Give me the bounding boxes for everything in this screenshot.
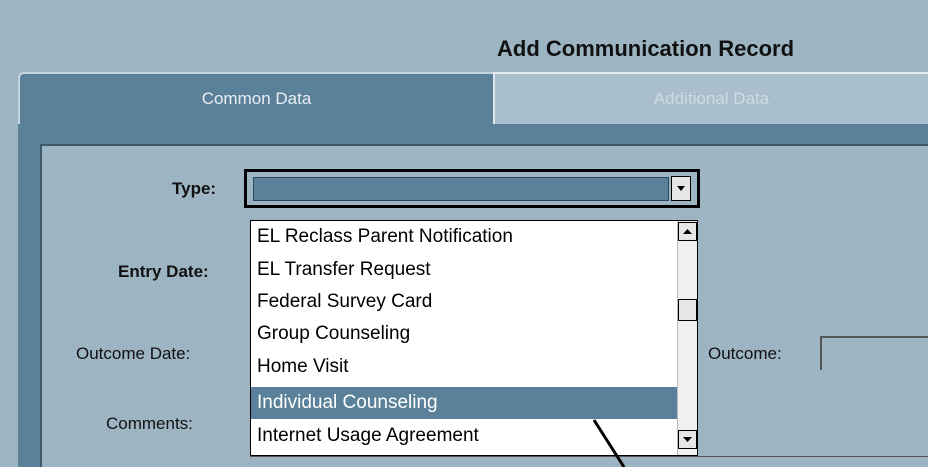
- annotation-pointer-line: [592, 419, 626, 467]
